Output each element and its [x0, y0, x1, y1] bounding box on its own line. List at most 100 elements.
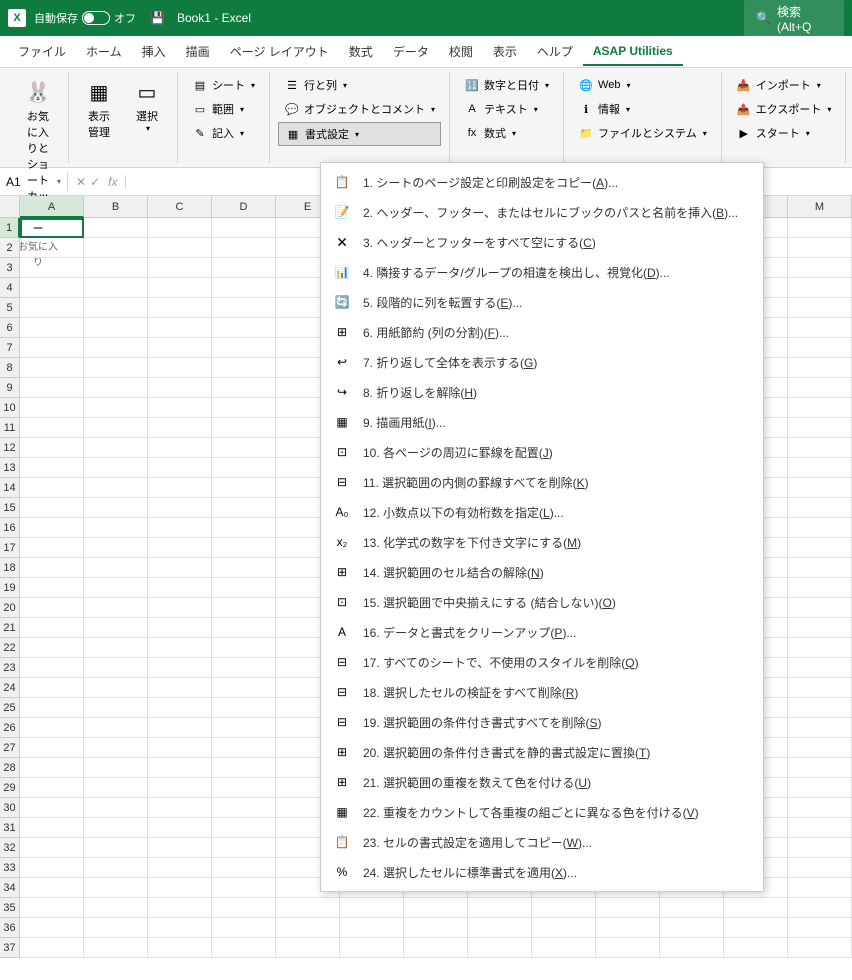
cell[interactable] [84, 358, 148, 378]
cell[interactable] [340, 938, 404, 958]
menu-item-1[interactable]: 📋1. シートのページ設定と印刷設定をコピー(A)... [321, 167, 763, 197]
cell[interactable] [84, 718, 148, 738]
cell[interactable] [148, 618, 212, 638]
cell[interactable] [148, 498, 212, 518]
cell[interactable] [148, 758, 212, 778]
menu-item-20[interactable]: ⊞20. 選択範囲の条件付き書式を静的書式設定に置換(T) [321, 737, 763, 767]
cell[interactable] [84, 458, 148, 478]
ribbon-col5-2[interactable]: ▶スタート▾ [730, 122, 838, 144]
cell[interactable] [788, 538, 852, 558]
row-header-28[interactable]: 28 [0, 758, 20, 778]
cell[interactable] [212, 498, 276, 518]
cell[interactable] [20, 938, 84, 958]
cell[interactable] [84, 318, 148, 338]
cell[interactable] [20, 898, 84, 918]
cell[interactable] [20, 798, 84, 818]
menu-item-8[interactable]: ↪8. 折り返しを解除(H) [321, 377, 763, 407]
menu-item-5[interactable]: 🔄5. 段階的に列を転置する(E)... [321, 287, 763, 317]
cell[interactable] [148, 778, 212, 798]
cell[interactable] [212, 278, 276, 298]
tab-review[interactable]: 校閲 [439, 37, 483, 66]
cell[interactable] [148, 338, 212, 358]
confirm-icon[interactable]: ✓ [90, 175, 100, 189]
row-header-20[interactable]: 20 [0, 598, 20, 618]
cell[interactable] [84, 638, 148, 658]
ribbon-col5-1[interactable]: 📤エクスポート▾ [730, 98, 838, 120]
menu-item-21[interactable]: ⊞21. 選択範囲の重複を数えて色を付ける(U) [321, 767, 763, 797]
cell[interactable] [20, 758, 84, 778]
row-header-5[interactable]: 5 [0, 298, 20, 318]
row-header-17[interactable]: 17 [0, 538, 20, 558]
cell[interactable] [276, 898, 340, 918]
menu-item-17[interactable]: ⊟17. すべてのシートで、不使用のスタイルを削除(Q) [321, 647, 763, 677]
menu-item-14[interactable]: ⊞14. 選択範囲のセル結合の解除(N) [321, 557, 763, 587]
cell[interactable] [596, 898, 660, 918]
cell[interactable] [84, 218, 148, 238]
cell[interactable] [212, 458, 276, 478]
cell[interactable] [212, 938, 276, 958]
ribbon-col4-1[interactable]: ℹ情報▾ [572, 98, 713, 120]
cell[interactable] [148, 398, 212, 418]
ribbon-col2-2[interactable]: ▦書式設定▾ [278, 122, 441, 146]
row-header-13[interactable]: 13 [0, 458, 20, 478]
cell[interactable] [84, 658, 148, 678]
cell[interactable] [212, 838, 276, 858]
cell[interactable] [148, 838, 212, 858]
cell[interactable] [468, 898, 532, 918]
cell[interactable] [788, 698, 852, 718]
cell[interactable] [596, 918, 660, 938]
cell[interactable] [340, 898, 404, 918]
tab-view[interactable]: 表示 [483, 37, 527, 66]
row-header-22[interactable]: 22 [0, 638, 20, 658]
cell[interactable] [148, 578, 212, 598]
cell[interactable] [788, 918, 852, 938]
cell[interactable] [20, 538, 84, 558]
cell[interactable] [20, 438, 84, 458]
cell[interactable] [212, 798, 276, 818]
cell[interactable] [20, 638, 84, 658]
cell[interactable] [788, 618, 852, 638]
cell[interactable] [212, 618, 276, 638]
menu-item-7[interactable]: ↩7. 折り返して全体を表示する(G) [321, 347, 763, 377]
cell[interactable] [788, 718, 852, 738]
cell[interactable] [84, 798, 148, 818]
row-header-29[interactable]: 29 [0, 778, 20, 798]
cell[interactable] [148, 638, 212, 658]
cell[interactable] [20, 778, 84, 798]
cell[interactable] [84, 478, 148, 498]
save-icon[interactable]: 💾 [150, 11, 165, 25]
row-header-30[interactable]: 30 [0, 798, 20, 818]
cell[interactable] [84, 898, 148, 918]
cell[interactable] [20, 718, 84, 738]
cell[interactable] [148, 878, 212, 898]
cancel-icon[interactable]: ✕ [76, 175, 86, 189]
cell[interactable] [788, 738, 852, 758]
select-all-corner[interactable] [0, 196, 20, 218]
cell[interactable] [788, 278, 852, 298]
cell[interactable] [532, 938, 596, 958]
cell[interactable] [788, 678, 852, 698]
name-box[interactable]: A1 [0, 173, 68, 191]
cell[interactable] [84, 678, 148, 698]
menu-item-24[interactable]: %24. 選択したセルに標準書式を適用(X)... [321, 857, 763, 887]
row-header-18[interactable]: 18 [0, 558, 20, 578]
toggle-icon[interactable] [82, 11, 110, 25]
menu-item-18[interactable]: ⊟18. 選択したセルの検証をすべて削除(R) [321, 677, 763, 707]
cell[interactable] [148, 598, 212, 618]
tab-help[interactable]: ヘルプ [527, 37, 583, 66]
cell[interactable] [20, 558, 84, 578]
cell[interactable] [20, 858, 84, 878]
cell[interactable] [148, 538, 212, 558]
row-header-8[interactable]: 8 [0, 358, 20, 378]
cell[interactable] [788, 458, 852, 478]
cell[interactable] [212, 538, 276, 558]
cell[interactable] [20, 258, 84, 278]
cell[interactable] [84, 398, 148, 418]
cell[interactable] [788, 238, 852, 258]
menu-item-16[interactable]: A16. データと書式をクリーンアップ(P)... [321, 617, 763, 647]
cell[interactable] [148, 478, 212, 498]
tab-draw[interactable]: 描画 [176, 37, 220, 66]
cell[interactable] [20, 598, 84, 618]
cell[interactable] [276, 938, 340, 958]
cell[interactable] [84, 558, 148, 578]
